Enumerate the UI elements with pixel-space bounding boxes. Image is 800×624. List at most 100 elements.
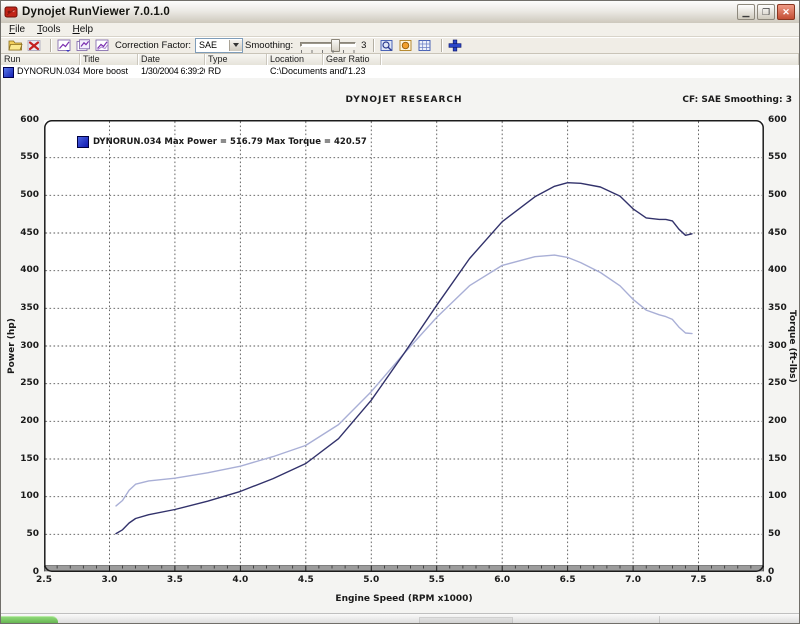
open-folder-icon (8, 39, 23, 52)
grid-tool-button[interactable] (417, 38, 433, 53)
tick-label: 500 (1, 190, 39, 201)
title-bar[interactable]: Dynojet RunViewer 7.0.1.0 ▁ ❐ ✕ (1, 1, 799, 24)
taskbar-button[interactable] (419, 617, 513, 624)
close-run-icon (27, 39, 41, 52)
toolbar-separator (373, 39, 374, 52)
menu-file[interactable]: File (3, 24, 31, 35)
chart-panel: DYNOJET RESEARCH CF: SAE Smoothing: 3 Po… (1, 78, 799, 613)
tick-label: 7.5 (686, 575, 712, 585)
tick-label: 550 (768, 152, 800, 163)
date-cell: 1/30/2004 6:39:26 P (138, 65, 205, 78)
graph-add-button[interactable] (75, 38, 91, 53)
run-name: DYNORUN.034 (17, 65, 80, 78)
correction-factor-value: SAE (196, 40, 229, 50)
toolbar-separator (441, 39, 442, 52)
tick-label: 5.0 (358, 575, 384, 585)
x-axis-label: Engine Speed (RPM x1000) (44, 594, 764, 604)
title-cell: More boost (80, 65, 138, 78)
taskbar-divider (659, 616, 660, 624)
column-header-empty (381, 54, 799, 65)
type-cell: RD (205, 65, 267, 78)
restore-button[interactable]: ❐ (757, 4, 775, 20)
tick-label: 600 (768, 115, 800, 126)
graph-overlay-button[interactable] (94, 38, 110, 53)
chevron-down-icon[interactable] (229, 40, 242, 51)
chart-legend: DYNORUN.034 Max Power = 516.79 Max Torqu… (77, 136, 367, 148)
tick-label: 3.5 (162, 575, 188, 585)
tick-label: 100 (1, 491, 39, 502)
column-header-type[interactable]: Type (205, 54, 267, 65)
smoothing-label: Smoothing: (245, 40, 293, 51)
tick-label: 150 (1, 454, 39, 465)
close-button[interactable]: ✕ (777, 4, 795, 20)
column-header-gear-ratio[interactable]: Gear Ratio (323, 54, 381, 65)
tick-label: 2.5 (31, 575, 57, 585)
tick-label: 500 (768, 190, 800, 201)
plot-area (44, 120, 764, 572)
crosshair-icon (448, 39, 462, 52)
tick-label: 450 (768, 228, 800, 239)
tick-label: 6.0 (489, 575, 515, 585)
app-window: Dynojet RunViewer 7.0.1.0 ▁ ❐ ✕ File Too… (0, 0, 800, 624)
tick-label: 6.5 (555, 575, 581, 585)
y-axis-ticks-right: 050100150200250300350400450500550600 (766, 120, 800, 572)
grid-tool-icon (418, 39, 432, 52)
legend-text: DYNORUN.034 Max Power = 516.79 Max Torqu… (93, 137, 367, 147)
open-run-button[interactable] (7, 38, 23, 53)
highlight-tool-button[interactable] (398, 38, 414, 53)
graph-add-icon (76, 39, 91, 52)
tick-label: 250 (1, 378, 39, 389)
menu-help[interactable]: Help (66, 24, 99, 35)
graph-run-button[interactable] (56, 38, 72, 53)
zoom-tool-button[interactable] (379, 38, 395, 53)
tick-label: 3.0 (96, 575, 122, 585)
tick-label: 350 (1, 303, 39, 314)
close-run-button[interactable] (26, 38, 42, 53)
minimize-button[interactable]: ▁ (737, 4, 755, 20)
app-icon (4, 5, 18, 19)
start-button[interactable] (1, 616, 58, 624)
slider-track (300, 42, 356, 47)
tick-label: 200 (768, 416, 800, 427)
tick-label: 8.0 (751, 575, 777, 585)
tick-label: 7.0 (620, 575, 646, 585)
tick-label: 50 (1, 529, 39, 540)
tick-label: 100 (768, 491, 800, 502)
chart-cf-info: CF: SAE Smoothing: 3 (682, 95, 792, 105)
table-row[interactable]: DYNORUN.034 More boost 1/30/2004 6:39:26… (1, 65, 799, 78)
legend-swatch (77, 136, 89, 148)
tick-label: 150 (768, 454, 800, 465)
run-cell: DYNORUN.034 (1, 65, 80, 78)
zoom-tool-icon (380, 39, 394, 52)
column-header-run[interactable]: Run (1, 54, 80, 65)
tick-label: 450 (1, 228, 39, 239)
menu-bar: File Tools Help (1, 23, 799, 37)
tick-label: 400 (1, 265, 39, 276)
toolbar: Correction Factor: SAE Smoothing: 3 (1, 37, 799, 54)
crosshair-tool-button[interactable] (447, 38, 463, 53)
window-title: Dynojet RunViewer 7.0.1.0 (22, 6, 170, 18)
slider-ticks (301, 50, 355, 53)
tick-label: 300 (1, 341, 39, 352)
column-header-date[interactable]: Date (138, 54, 205, 65)
graph-run-icon (57, 39, 72, 52)
tick-label: 200 (1, 416, 39, 427)
highlight-tool-icon (399, 39, 413, 52)
tick-label: 300 (768, 341, 800, 352)
smoothing-value: 3 (361, 40, 366, 51)
graph-overlay-icon (95, 39, 110, 52)
column-header-location[interactable]: Location (267, 54, 323, 65)
smoothing-slider[interactable] (300, 38, 356, 52)
tick-label: 4.0 (227, 575, 253, 585)
taskbar (1, 613, 799, 624)
tick-label: 250 (768, 378, 800, 389)
location-cell: C:\Documents and (267, 65, 323, 78)
toolbar-separator (50, 39, 51, 52)
column-header-title[interactable]: Title (80, 54, 138, 65)
tick-label: 4.5 (293, 575, 319, 585)
tick-label: 600 (1, 115, 39, 126)
x-axis-ticks: 2.53.03.54.04.55.05.56.06.57.07.58.0 (1, 575, 799, 586)
menu-tools[interactable]: Tools (31, 24, 66, 35)
correction-factor-select[interactable]: SAE (195, 38, 243, 53)
window-controls: ▁ ❐ ✕ (737, 4, 799, 20)
